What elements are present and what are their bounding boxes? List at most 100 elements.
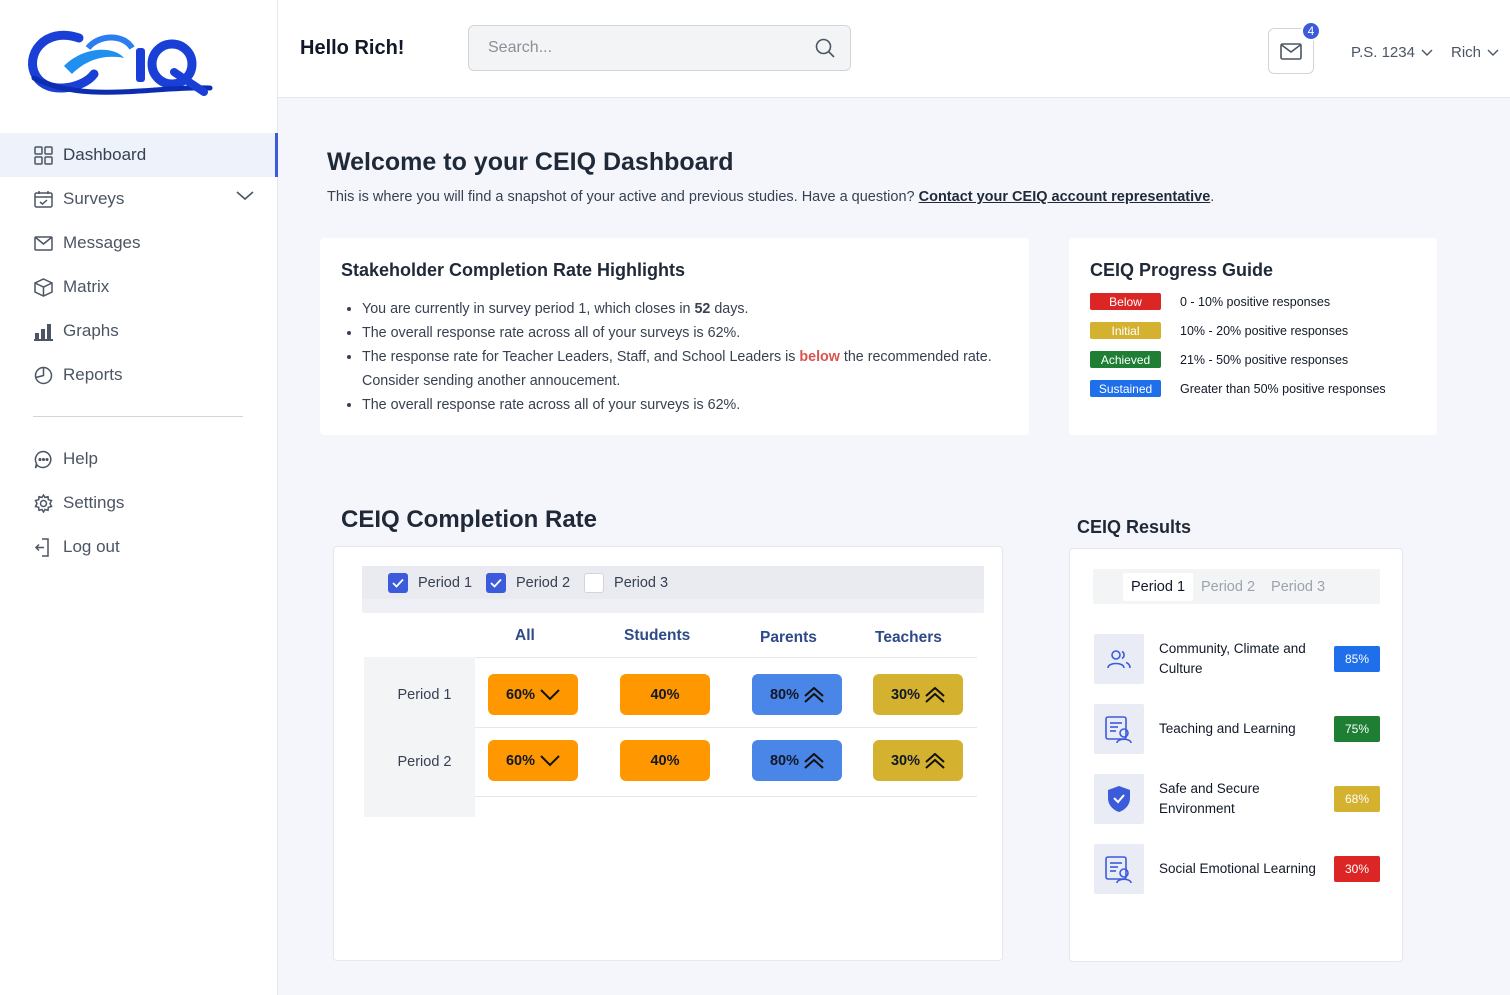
contact-rep-link[interactable]: Contact your CEIQ account representative <box>919 189 1211 205</box>
guide-row: Achieved 21% - 50% positive responses <box>1090 351 1416 368</box>
period-2-label: Period 2 <box>516 574 571 591</box>
results-tabs: Period 1 Period 2 Period 3 <box>1093 569 1380 604</box>
row-label-period-2: Period 2 <box>397 754 452 770</box>
sidebar-item-help[interactable]: Help <box>0 437 278 481</box>
gear-icon <box>33 493 53 513</box>
period-1-checkbox[interactable] <box>388 572 408 593</box>
school-dropdown[interactable]: P.S. 1234 <box>1351 44 1433 61</box>
completion-title: CEIQ Completion Rate <box>341 506 598 533</box>
below-emphasis: below <box>799 349 840 365</box>
result-score-badge: 75% <box>1334 716 1380 742</box>
bar-chart-icon <box>33 321 53 341</box>
rate-value: 80% <box>769 752 800 769</box>
rate-cell[interactable]: 60% <box>488 674 578 715</box>
result-row[interactable]: Social Emotional Learning 30% <box>1094 844 1380 894</box>
period-3-label: Period 3 <box>614 574 669 591</box>
result-label: Community, Climate and Culture <box>1159 641 1306 676</box>
envelope-icon <box>1280 42 1302 60</box>
row-label-period-1: Period 1 <box>397 687 452 703</box>
rate-cell[interactable]: 80% <box>752 740 842 781</box>
ceiq-logo[interactable] <box>24 26 214 96</box>
sidebar-item-dashboard[interactable]: Dashboard <box>0 133 278 177</box>
status-badge: Below <box>1090 293 1161 310</box>
rate-value: 40% <box>650 686 680 703</box>
sidebar-item-label: Reports <box>63 365 123 384</box>
status-badge: Achieved <box>1090 351 1161 368</box>
grid-icon <box>33 145 53 165</box>
notification-badge: 4 <box>1301 21 1321 41</box>
list-item: You are currently in survey period 1, wh… <box>362 297 1008 321</box>
period-2-checkbox[interactable] <box>486 572 507 593</box>
sidebar-secondary-nav: Help Settings Log out <box>0 437 278 569</box>
list-item: The overall response rate across all of … <box>362 321 1008 345</box>
double-chevron-up-icon <box>804 752 824 769</box>
page-subtitle: This is where you will find a snapshot o… <box>327 189 1214 205</box>
column-header-students: Students <box>624 627 691 644</box>
chevron-down-icon <box>1487 49 1499 56</box>
calendar-check-icon <box>33 189 53 209</box>
result-row[interactable]: Community, Climate and Culture 85% <box>1094 634 1380 684</box>
sidebar-item-messages[interactable]: Messages <box>0 221 278 265</box>
row-divider <box>475 657 977 658</box>
rate-value: 60% <box>505 686 536 703</box>
result-label: Safe and Secure Environment <box>1159 781 1260 816</box>
rate-cell[interactable]: 60% <box>488 740 578 781</box>
double-chevron-up-icon <box>804 686 824 703</box>
sidebar-item-label: Surveys <box>63 189 125 208</box>
sidebar-item-label: Help <box>63 449 98 468</box>
rate-value: 60% <box>505 752 536 769</box>
completion-card: Period 1 Period 2 Period 3 All Students … <box>333 546 1003 961</box>
double-chevron-up-icon <box>925 752 945 769</box>
rate-cell[interactable]: 40% <box>620 674 710 715</box>
result-label: Teaching and Learning <box>1159 721 1296 736</box>
status-badge: Initial <box>1090 322 1161 339</box>
period-3-checkbox[interactable] <box>584 572 605 593</box>
guide-row: Sustained Greater than 50% positive resp… <box>1090 380 1416 397</box>
search-input[interactable] <box>468 25 851 71</box>
guide-desc: 10% - 20% positive responses <box>1180 323 1349 338</box>
cube-icon <box>33 277 53 297</box>
sidebar-item-label: Log out <box>63 537 120 556</box>
rate-cell[interactable]: 30% <box>873 674 963 715</box>
result-row[interactable]: Teaching and Learning 75% <box>1094 704 1380 754</box>
column-header-all: All <box>515 627 535 644</box>
sidebar-divider <box>33 416 243 417</box>
user-dropdown[interactable]: Rich <box>1451 44 1499 61</box>
school-label: P.S. 1234 <box>1351 44 1415 61</box>
rate-cell[interactable]: 30% <box>873 740 963 781</box>
double-chevron-up-icon <box>925 686 945 703</box>
document-icon <box>1094 844 1144 894</box>
chevron-down-icon <box>1421 49 1433 56</box>
progress-guide-card: CEIQ Progress Guide Below 0 - 10% positi… <box>1069 238 1437 435</box>
rate-cell[interactable]: 40% <box>620 740 710 781</box>
row-divider <box>475 796 977 797</box>
sidebar-item-graphs[interactable]: Graphs <box>0 309 278 353</box>
row-label-column <box>364 657 475 817</box>
sidebar-item-settings[interactable]: Settings <box>0 481 278 525</box>
chevron-down-icon <box>540 754 560 766</box>
greeting: Hello Rich! <box>300 37 405 59</box>
results-card: Period 1 Period 2 Period 3 Community, Cl… <box>1069 548 1403 962</box>
column-header-teachers: Teachers <box>875 629 942 646</box>
top-header: Hello Rich! 4 P.S. 1234 Rich <box>278 0 1510 98</box>
guide-title: CEIQ Progress Guide <box>1090 260 1274 280</box>
tab-period-2[interactable]: Period 2 <box>1193 573 1263 601</box>
subtitle-suffix: . <box>1210 189 1215 205</box>
tab-period-3[interactable]: Period 3 <box>1263 573 1333 601</box>
sidebar-item-logout[interactable]: Log out <box>0 525 278 569</box>
chevron-down-icon[interactable] <box>236 191 254 201</box>
search-icon[interactable] <box>815 38 835 58</box>
highlights-list: You are currently in survey period 1, wh… <box>341 297 1008 417</box>
result-score-badge: 68% <box>1334 786 1380 812</box>
sidebar-item-label: Dashboard <box>63 145 147 164</box>
page-title: Welcome to your CEIQ Dashboard <box>327 148 734 176</box>
result-row[interactable]: Safe and Secure Environment 68% <box>1094 774 1380 824</box>
sidebar-item-surveys[interactable]: Surveys <box>0 177 278 221</box>
bullet-text: You are currently in survey period 1, wh… <box>362 301 695 317</box>
sidebar-item-matrix[interactable]: Matrix <box>0 265 278 309</box>
tab-period-1[interactable]: Period 1 <box>1123 572 1194 601</box>
sidebar-item-reports[interactable]: Reports <box>0 353 278 397</box>
chat-bubble-icon <box>33 449 53 469</box>
result-score-badge: 85% <box>1334 646 1380 672</box>
rate-cell[interactable]: 80% <box>752 674 842 715</box>
